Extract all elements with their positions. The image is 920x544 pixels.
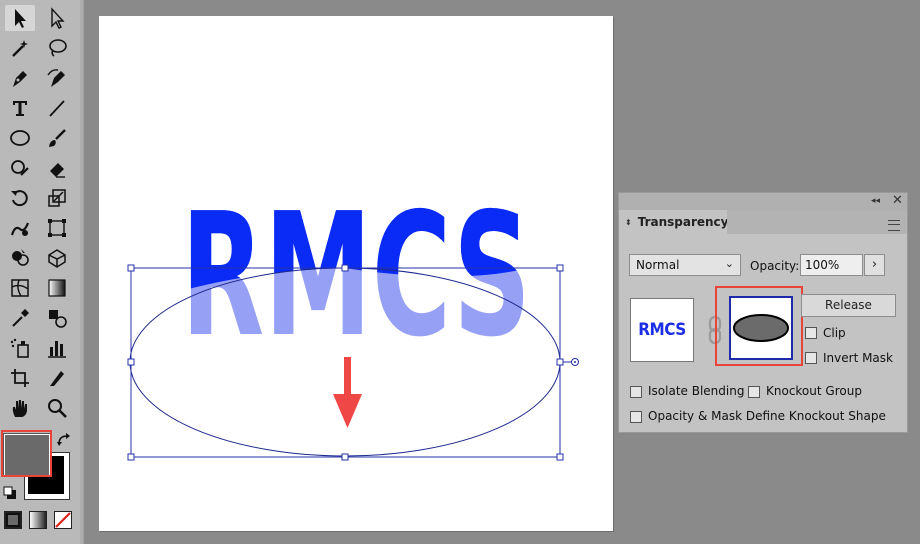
- selection-tool[interactable]: [5, 5, 35, 31]
- opacity-value: 100%: [805, 258, 840, 272]
- default-colors-icon[interactable]: [3, 486, 17, 500]
- artwork-canvas: RMCS RMCS: [127, 177, 579, 461]
- perspective-grid-tool[interactable]: [42, 245, 72, 271]
- clip-checkbox[interactable]: [805, 327, 817, 339]
- none-mode-button[interactable]: [54, 511, 72, 529]
- color-mode-inner: [8, 515, 18, 525]
- curvature-tool[interactable]: [42, 65, 72, 91]
- panel-titlebar[interactable]: ◂◂ ✕: [619, 193, 907, 210]
- knockout-group-checkbox[interactable]: [748, 386, 760, 398]
- gradient-icon: [48, 279, 66, 297]
- transparency-panel: ◂◂ ✕ ⬍ Transparency Normal ⌄ Opacity: 10…: [618, 192, 908, 433]
- column-graph-tool[interactable]: [42, 335, 72, 361]
- line-icon: [49, 100, 65, 117]
- pen-tool[interactable]: [5, 65, 35, 91]
- ellipse-icon: [10, 130, 30, 146]
- free-transform-icon: [48, 219, 66, 237]
- isolate-blending-label: Isolate Blending: [648, 384, 745, 398]
- paintbrush-tool[interactable]: [42, 125, 72, 151]
- line-segment-tool[interactable]: [42, 95, 72, 121]
- magic-wand-tool[interactable]: [5, 35, 35, 61]
- shaper-tool[interactable]: [5, 155, 35, 181]
- warp-icon: [10, 222, 30, 236]
- lasso-icon: [49, 39, 67, 57]
- mesh-tool[interactable]: [5, 275, 35, 301]
- invert-mask-label: Invert Mask: [823, 351, 893, 365]
- magic-wand-icon: [12, 40, 28, 57]
- hand-tool[interactable]: [5, 395, 35, 421]
- none-slash-icon: [55, 512, 71, 528]
- curvature-pen-icon: [47, 69, 65, 87]
- shape-builder-tool[interactable]: [5, 245, 35, 271]
- tab-transparency[interactable]: ⬍ Transparency: [619, 210, 729, 234]
- opacity-label: Opacity:: [750, 259, 800, 273]
- invert-mask-checkbox[interactable]: [805, 352, 817, 364]
- artwork-thumbnail[interactable]: RMCS: [630, 298, 694, 362]
- tab-strip: [727, 210, 907, 234]
- toolbar-edge: [80, 0, 83, 544]
- shape-builder-icon: [12, 249, 29, 266]
- artwork-thumbnail-text: RMCS: [638, 320, 686, 340]
- blend-mode-value: Normal: [636, 258, 680, 272]
- artboard-icon: [11, 369, 29, 387]
- tools-panel: [0, 0, 84, 544]
- opacity-mask-knockout-label: Opacity & Mask Define Knockout Shape: [648, 409, 886, 423]
- type-tool[interactable]: [5, 95, 35, 121]
- slice-tool[interactable]: [42, 365, 72, 391]
- chevron-down-icon: ⌄: [724, 257, 734, 270]
- artboard-tool[interactable]: [5, 365, 35, 391]
- blend-tool[interactable]: [42, 305, 72, 331]
- collapse-panel-icon[interactable]: ◂◂: [871, 196, 880, 206]
- chevron-updown-icon[interactable]: ⬍: [625, 218, 632, 227]
- gradient-tool[interactable]: [42, 275, 72, 301]
- scale-tool[interactable]: [42, 185, 72, 211]
- isolate-blending-checkbox[interactable]: [630, 386, 642, 398]
- lasso-tool[interactable]: [42, 35, 72, 61]
- shaper-icon: [11, 160, 29, 176]
- rotate-tool[interactable]: [5, 185, 35, 211]
- swap-fill-stroke-icon[interactable]: [56, 432, 72, 448]
- hollow-arrow-icon: [51, 7, 65, 29]
- tab-label: Transparency: [637, 215, 729, 229]
- artboard[interactable]: RMCS RMCS: [99, 16, 613, 531]
- brush-icon: [49, 129, 66, 147]
- free-transform-tool[interactable]: [42, 215, 72, 241]
- panel-menu-icon[interactable]: [888, 220, 900, 231]
- knockout-group-label: Knockout Group: [766, 384, 862, 398]
- direct-selection-tool[interactable]: [42, 5, 72, 31]
- eraser-tool[interactable]: [42, 155, 72, 181]
- gradient-mode-button[interactable]: [29, 511, 47, 529]
- opacity-mask-knockout-checkbox[interactable]: [630, 411, 642, 423]
- type-icon: [13, 101, 27, 116]
- fill-swatch-highlight: [1, 430, 52, 477]
- zoom-tool[interactable]: [42, 395, 72, 421]
- zoom-icon: [48, 399, 67, 418]
- warp-tool[interactable]: [5, 215, 35, 241]
- perspective-icon: [48, 249, 66, 268]
- opacity-slider-button[interactable]: ›: [864, 254, 885, 276]
- ellipse-tool[interactable]: [5, 125, 35, 151]
- mesh-icon: [11, 279, 29, 297]
- pen-icon: [13, 71, 27, 87]
- hand-icon: [12, 400, 27, 417]
- eyedropper-icon: [12, 309, 29, 327]
- blend-icon: [49, 310, 67, 328]
- symbol-sprayer-icon: [10, 338, 29, 358]
- symbol-sprayer-tool[interactable]: [5, 335, 35, 361]
- eraser-icon: [50, 163, 65, 178]
- blend-mode-dropdown[interactable]: Normal ⌄: [629, 254, 741, 276]
- scale-icon: [48, 189, 66, 207]
- rotate-icon: [11, 190, 28, 207]
- opacity-field[interactable]: 100%: [800, 254, 863, 276]
- arrow-icon: [15, 9, 26, 28]
- release-button[interactable]: Release: [801, 294, 896, 317]
- column-graph-icon: [48, 341, 66, 358]
- mask-thumbnail-highlight: [715, 286, 803, 366]
- eyedropper-tool[interactable]: [5, 305, 35, 331]
- clip-label: Clip: [823, 326, 846, 340]
- color-mode-button[interactable]: [4, 511, 22, 529]
- close-icon[interactable]: ✕: [892, 193, 903, 208]
- slice-icon: [50, 371, 64, 386]
